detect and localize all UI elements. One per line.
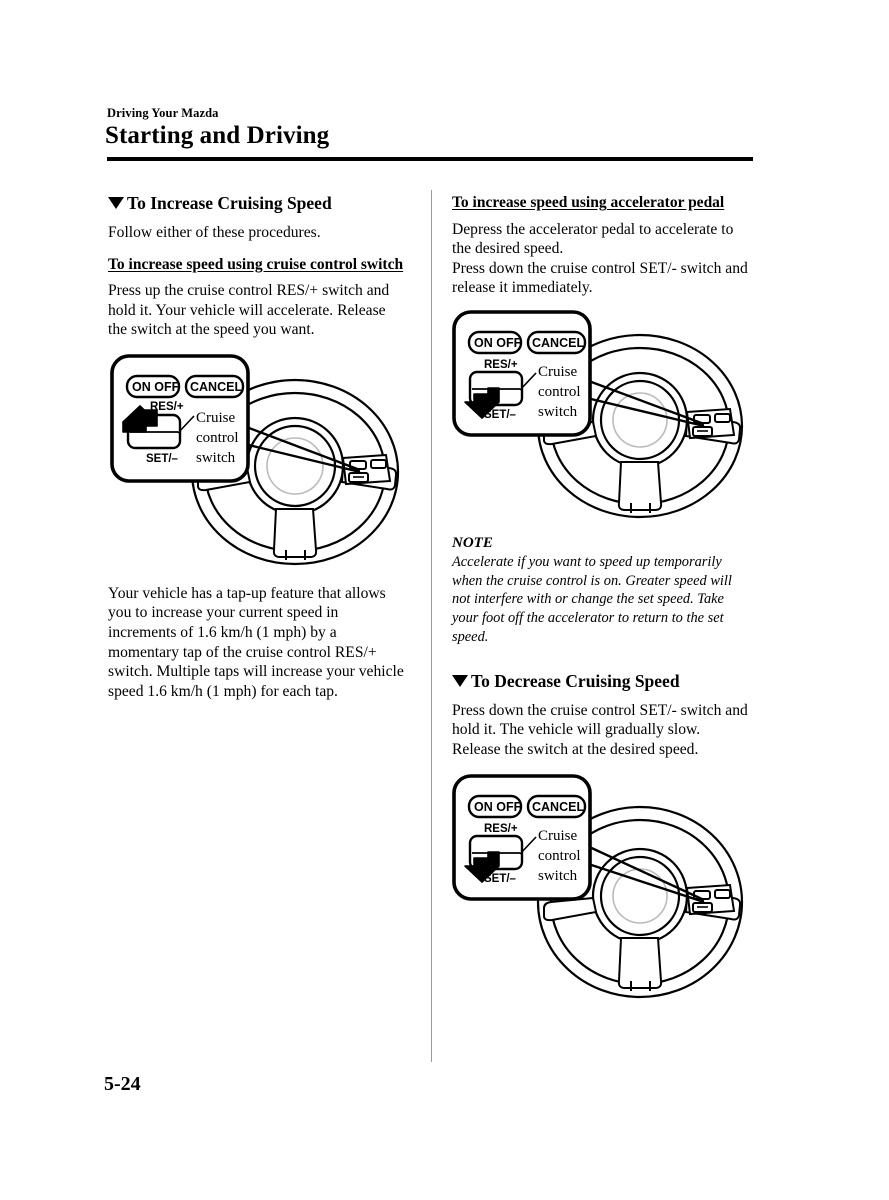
paragraph-depress-accelerator: Depress the accelerator pedal to acceler… — [452, 220, 734, 258]
subheading-increase-using-switch: To increase speed using cruise control s… — [108, 255, 404, 273]
on-off-button-label: ON OFF — [474, 336, 522, 350]
paragraph-press-down-set-hold: Press down the cruise control SET/- swit… — [452, 701, 748, 739]
steering-wheel-diagram-3: ON OFF CANCEL RES/+ SET/– Cruise control… — [452, 773, 744, 998]
res-plus-label: RES/+ — [484, 823, 518, 835]
heading-increase-cruising-speed: To Increase Cruising Speed — [108, 193, 408, 214]
heading-text: To Increase Cruising Speed — [127, 193, 332, 213]
triangle-bullet-icon — [108, 197, 124, 209]
callout-label-line-3: switch — [538, 404, 578, 420]
page-number: 5-24 — [104, 1073, 141, 1095]
heading-text: To Decrease Cruising Speed — [471, 670, 680, 691]
column-divider — [431, 190, 432, 1062]
heading-decrease-cruising-speed: To Decrease Cruising Speed — [452, 671, 752, 692]
cancel-button-label: CANCEL — [190, 380, 242, 394]
cancel-button-label: CANCEL — [532, 336, 584, 350]
intro-paragraph: Follow either of these procedures. — [108, 224, 321, 241]
set-minus-label: SET/– — [484, 873, 517, 885]
note-body: Accelerate if you want to speed up tempo… — [452, 553, 732, 646]
steering-wheel-diagram-2: ON OFF CANCEL RES/+ SET/– Cruise control… — [452, 310, 744, 518]
on-off-button-label: ON OFF — [474, 800, 522, 814]
figure-cruise-control-switch-down-1: ON OFF CANCEL RES/+ SET/– Cruise control… — [452, 310, 752, 520]
res-plus-label: RES/+ — [484, 359, 518, 371]
callout-label-line-1: Cruise — [538, 364, 578, 380]
callout-label-line-1: Cruise — [538, 828, 578, 844]
note-block: NOTE Accelerate if you want to speed up … — [452, 534, 752, 647]
right-column: To increase speed using accelerator peda… — [452, 193, 752, 1006]
header-rule — [107, 157, 753, 161]
figure-cruise-control-switch-down-2: ON OFF CANCEL RES/+ SET/– Cruise control… — [452, 773, 752, 1006]
callout-label-line-2: control — [196, 430, 239, 446]
callout-label-line-3: switch — [196, 450, 236, 466]
subheading-increase-using-accelerator: To increase speed using accelerator peda… — [452, 194, 725, 211]
left-column: To Increase Cruising Speed Follow either… — [108, 193, 408, 707]
running-head: Driving Your Mazda — [107, 106, 219, 120]
paragraph-press-down-set: Press down the cruise control SET/- swit… — [452, 259, 748, 297]
paragraph-release-switch: Release the switch at the desired speed. — [452, 741, 699, 759]
page-title: Starting and Driving — [105, 122, 330, 149]
res-plus-label: RES/+ — [150, 401, 184, 413]
callout-label-line-2: control — [538, 384, 581, 400]
steering-wheel-diagram-1: ON OFF CANCEL RES/+ SET/– Cruise control… — [110, 354, 400, 565]
callout-label-line-3: switch — [538, 868, 578, 884]
set-minus-label: SET/– — [484, 409, 517, 421]
manual-page: Driving Your Mazda Starting and Driving … — [0, 0, 889, 1200]
callout-label-line-2: control — [538, 848, 581, 864]
on-off-button-label: ON OFF — [132, 380, 180, 394]
figure-cruise-control-switch-up: ON OFF CANCEL RES/+ SET/– Cruise control… — [110, 354, 408, 566]
triangle-bullet-icon — [452, 674, 468, 687]
cancel-button-label: CANCEL — [532, 800, 584, 814]
paragraph-tap-up-feature: Your vehicle has a tap-up feature that a… — [108, 584, 404, 700]
set-minus-label: SET/– — [146, 453, 179, 465]
paragraph-press-up-res: Press up the cruise control RES/+ switch… — [108, 282, 390, 339]
note-title: NOTE — [452, 534, 493, 551]
callout-label-line-1: Cruise — [196, 410, 236, 426]
